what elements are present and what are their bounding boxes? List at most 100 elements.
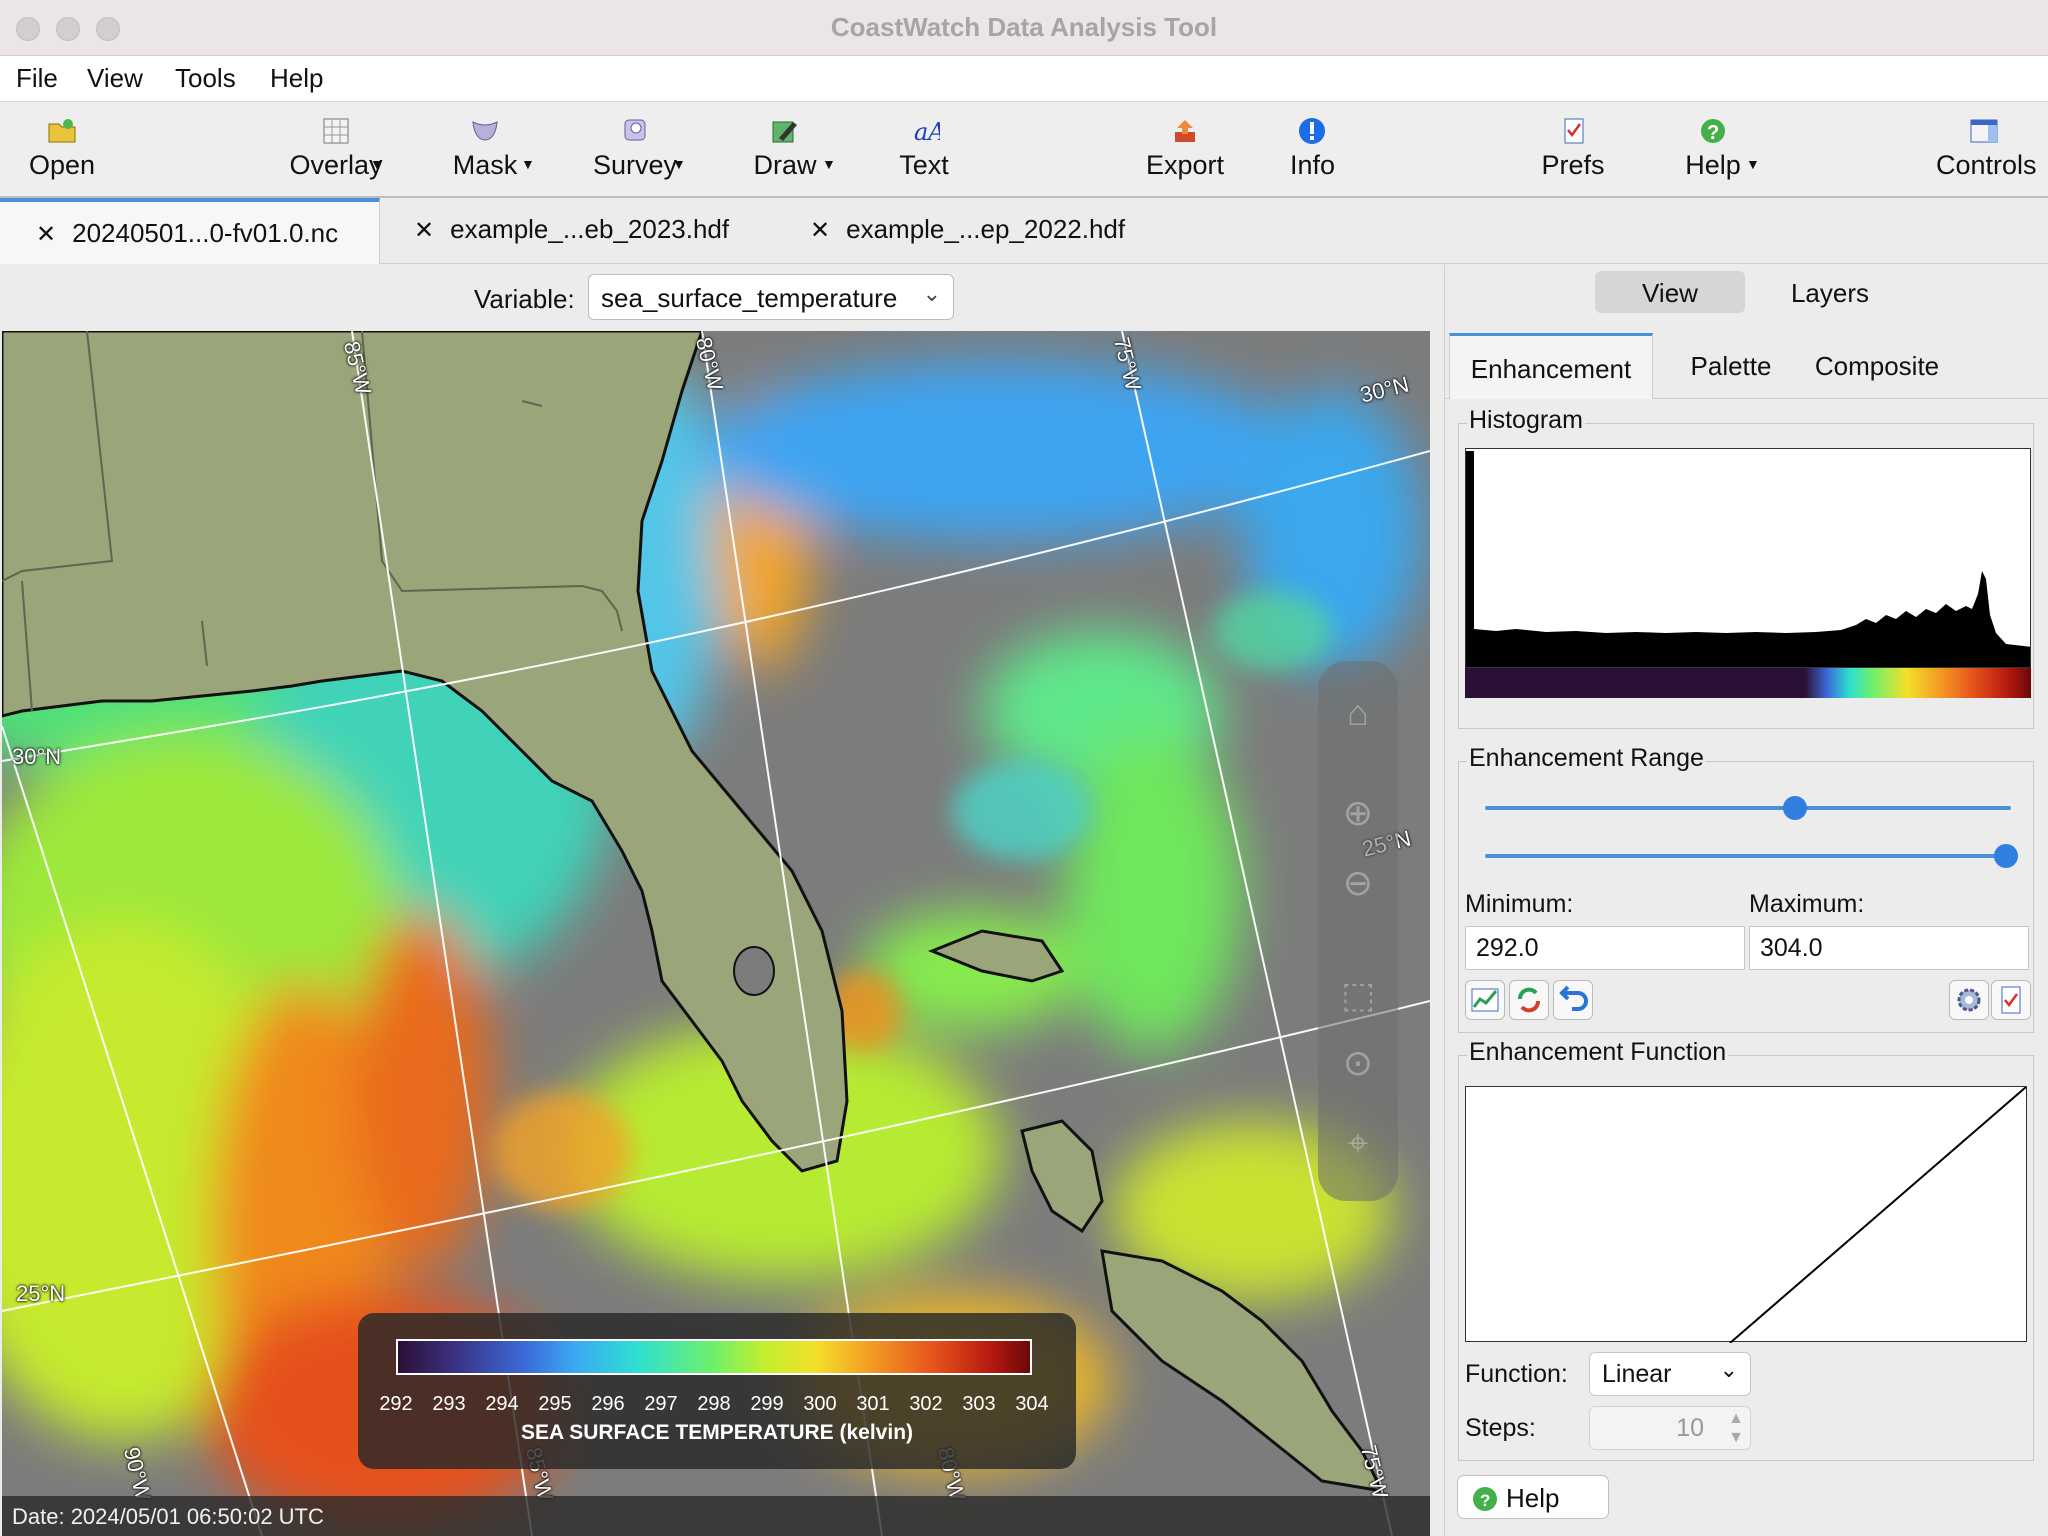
menu-file[interactable]: File [16,63,58,94]
close-tab-icon[interactable]: ✕ [810,217,830,244]
range-prefs-button[interactable] [1991,980,2031,1020]
tab-enhancement[interactable]: Enhancement [1449,333,1653,399]
range-settings-button[interactable] [1949,980,1989,1020]
controls-panel-icon [1970,119,1998,143]
open-button[interactable]: Open [22,116,102,181]
variable-select[interactable]: sea_surface_temperature ⌄ [588,274,954,320]
chart-icon [1471,988,1499,1012]
info-button[interactable]: Info [1290,116,1335,181]
document-tab-bar: ✕ 20240501...0-fv01.0.nc ✕ example_...eb_2… [0,198,2048,264]
help-icon: ? [1701,119,1725,144]
tab-nc-file[interactable]: ✕ 20240501...0-fv01.0.nc [0,198,380,264]
legend-tick-label: 304 [1015,1393,1049,1415]
folder-icon [48,119,76,143]
auto-range-button[interactable] [1465,980,1505,1020]
maximum-slider-track[interactable] [1485,854,2011,858]
survey-icon [624,119,646,141]
legend-tick-label: 303 [962,1393,996,1415]
legend-tick-label: 294 [485,1393,519,1415]
maximum-label: Maximum: [1749,890,1865,918]
map-navigation-panel: ⌂ ⊕ ⊖ ⬚ ⊙ ⌖ [1318,661,1398,1201]
close-tab-icon[interactable]: ✕ [36,221,56,248]
legend-tick-label: 293 [432,1393,466,1415]
export-icon [1175,120,1195,142]
recenter-icon[interactable]: ⌖ [1336,1121,1380,1165]
menu-help[interactable]: Help [270,63,323,94]
overlay-dropdown-icon[interactable]: ▼ [370,156,384,172]
svg-text:?: ? [1480,1491,1490,1510]
function-plot [1465,1086,2027,1344]
mask-button[interactable]: Mask ▼ [445,116,535,181]
minimum-input[interactable]: 292.0 [1465,926,1745,970]
tab-hdf-2023[interactable]: ✕ example_...eb_2023.hdf [400,198,780,264]
minimum-slider-track[interactable] [1485,806,2011,810]
stepper-arrows-icon: ▲ ▼ [1728,1410,1744,1446]
tab-palette[interactable]: Palette [1675,333,1787,399]
chevron-down-icon: ⌄ [922,281,941,306]
legend-tick-label: 302 [909,1393,943,1415]
tab-composite[interactable]: Composite [1797,333,1957,399]
controls-button[interactable]: Controls [1936,116,2037,181]
zoom-in-icon[interactable]: ⊕ [1336,791,1380,835]
enhancement-function-group: Enhancement Function Function: Linear ⌄ … [1458,1038,2034,1461]
segment-view[interactable]: View [1595,271,1745,313]
export-button[interactable]: Export [1144,116,1226,181]
date-status-bar: Date: 2024/05/01 06:50:02 UTC [2,1496,1430,1536]
help-icon: ? [1473,1487,1497,1511]
legend-tick-label: 301 [856,1393,890,1415]
survey-button[interactable]: Survey ▼ [592,116,686,181]
prefs-icon [1564,118,1584,144]
legend-tick-label: 298 [697,1393,731,1415]
maximum-slider-thumb[interactable] [1993,844,2018,868]
undo-icon [1559,985,1588,1011]
prefs-button[interactable]: Prefs [1538,116,1608,181]
reverse-range-button[interactable] [1509,980,1549,1020]
zoom-out-icon[interactable]: ⊖ [1336,861,1380,905]
enhancement-range-title: Enhancement Range [1467,744,1706,773]
zoom-fit-icon[interactable]: ⊙ [1336,1041,1380,1085]
survey-dropdown-icon[interactable]: ▼ [672,156,686,172]
function-curve [1729,1086,2027,1344]
home-icon[interactable]: ⌂ [1336,691,1380,735]
tab-hdf-2022[interactable]: ✕ example_...ep_2022.hdf [796,198,1176,264]
function-select[interactable]: Linear ⌄ [1589,1352,1751,1396]
color-scale-bar [396,1339,1032,1375]
minimum-slider-thumb[interactable] [1783,796,1808,820]
histogram-plot [1465,448,2031,668]
menu-tools[interactable]: Tools [175,63,236,94]
map-view[interactable]: 30°N 30°N 25°N 25°N 85°W 80°W 75°W 90°W … [2,331,1430,1536]
draw-button[interactable]: Draw ▼ [752,116,836,181]
info-icon [1299,118,1325,144]
legend-tick-label: 299 [750,1393,784,1415]
variable-row: Variable: sea_surface_temperature ⌄ [0,265,1444,331]
menu-view[interactable]: View [87,63,143,94]
lat-label: 30°N [12,744,62,769]
gear-icon [1957,988,1981,1012]
segment-layers[interactable]: Layers [1755,271,1905,313]
legend-title: SEA SURFACE TEMPERATURE (kelvin) [520,1421,914,1444]
legend-tick-label: 295 [538,1393,572,1415]
help-toolbar-button[interactable]: ? Help ▼ [1682,116,1760,181]
enhancement-range-group: Enhancement Range Minimum: Maximum: 292.… [1458,744,2034,1033]
enhancement-function-title: Enhancement Function [1467,1038,1729,1067]
undo-range-button[interactable] [1553,980,1593,1020]
histogram-group: Histogram [1458,406,2034,729]
overlay-button[interactable]: Overlay ▼ [286,116,386,181]
window-title: CoastWatch Data Analysis Tool [830,12,1218,42]
zoom-box-icon[interactable]: ⬚ [1336,973,1380,1017]
menu-bar: File View Tools Help [0,56,2048,102]
mask-dropdown-icon[interactable]: ▼ [521,156,535,172]
maximum-input[interactable]: 304.0 [1749,926,2029,970]
steps-label: Steps: [1465,1414,1536,1442]
draw-dropdown-icon[interactable]: ▼ [822,156,836,172]
svg-text:aA: aA [914,118,940,146]
close-tab-icon[interactable]: ✕ [414,217,434,244]
minimum-label: Minimum: [1465,890,1574,918]
title-bar: CoastWatch Data Analysis Tool [0,0,2048,56]
color-legend: 292 293 294 295 296 297 298 299 300 301 302 303 304 … [358,1313,1076,1469]
checklist-icon [2001,986,2021,1014]
help-button[interactable]: ? Help [1457,1475,1609,1519]
legend-tick-label: 300 [803,1393,837,1415]
text-button[interactable]: aA Text [894,116,954,181]
help-dropdown-icon[interactable]: ▼ [1746,156,1760,172]
